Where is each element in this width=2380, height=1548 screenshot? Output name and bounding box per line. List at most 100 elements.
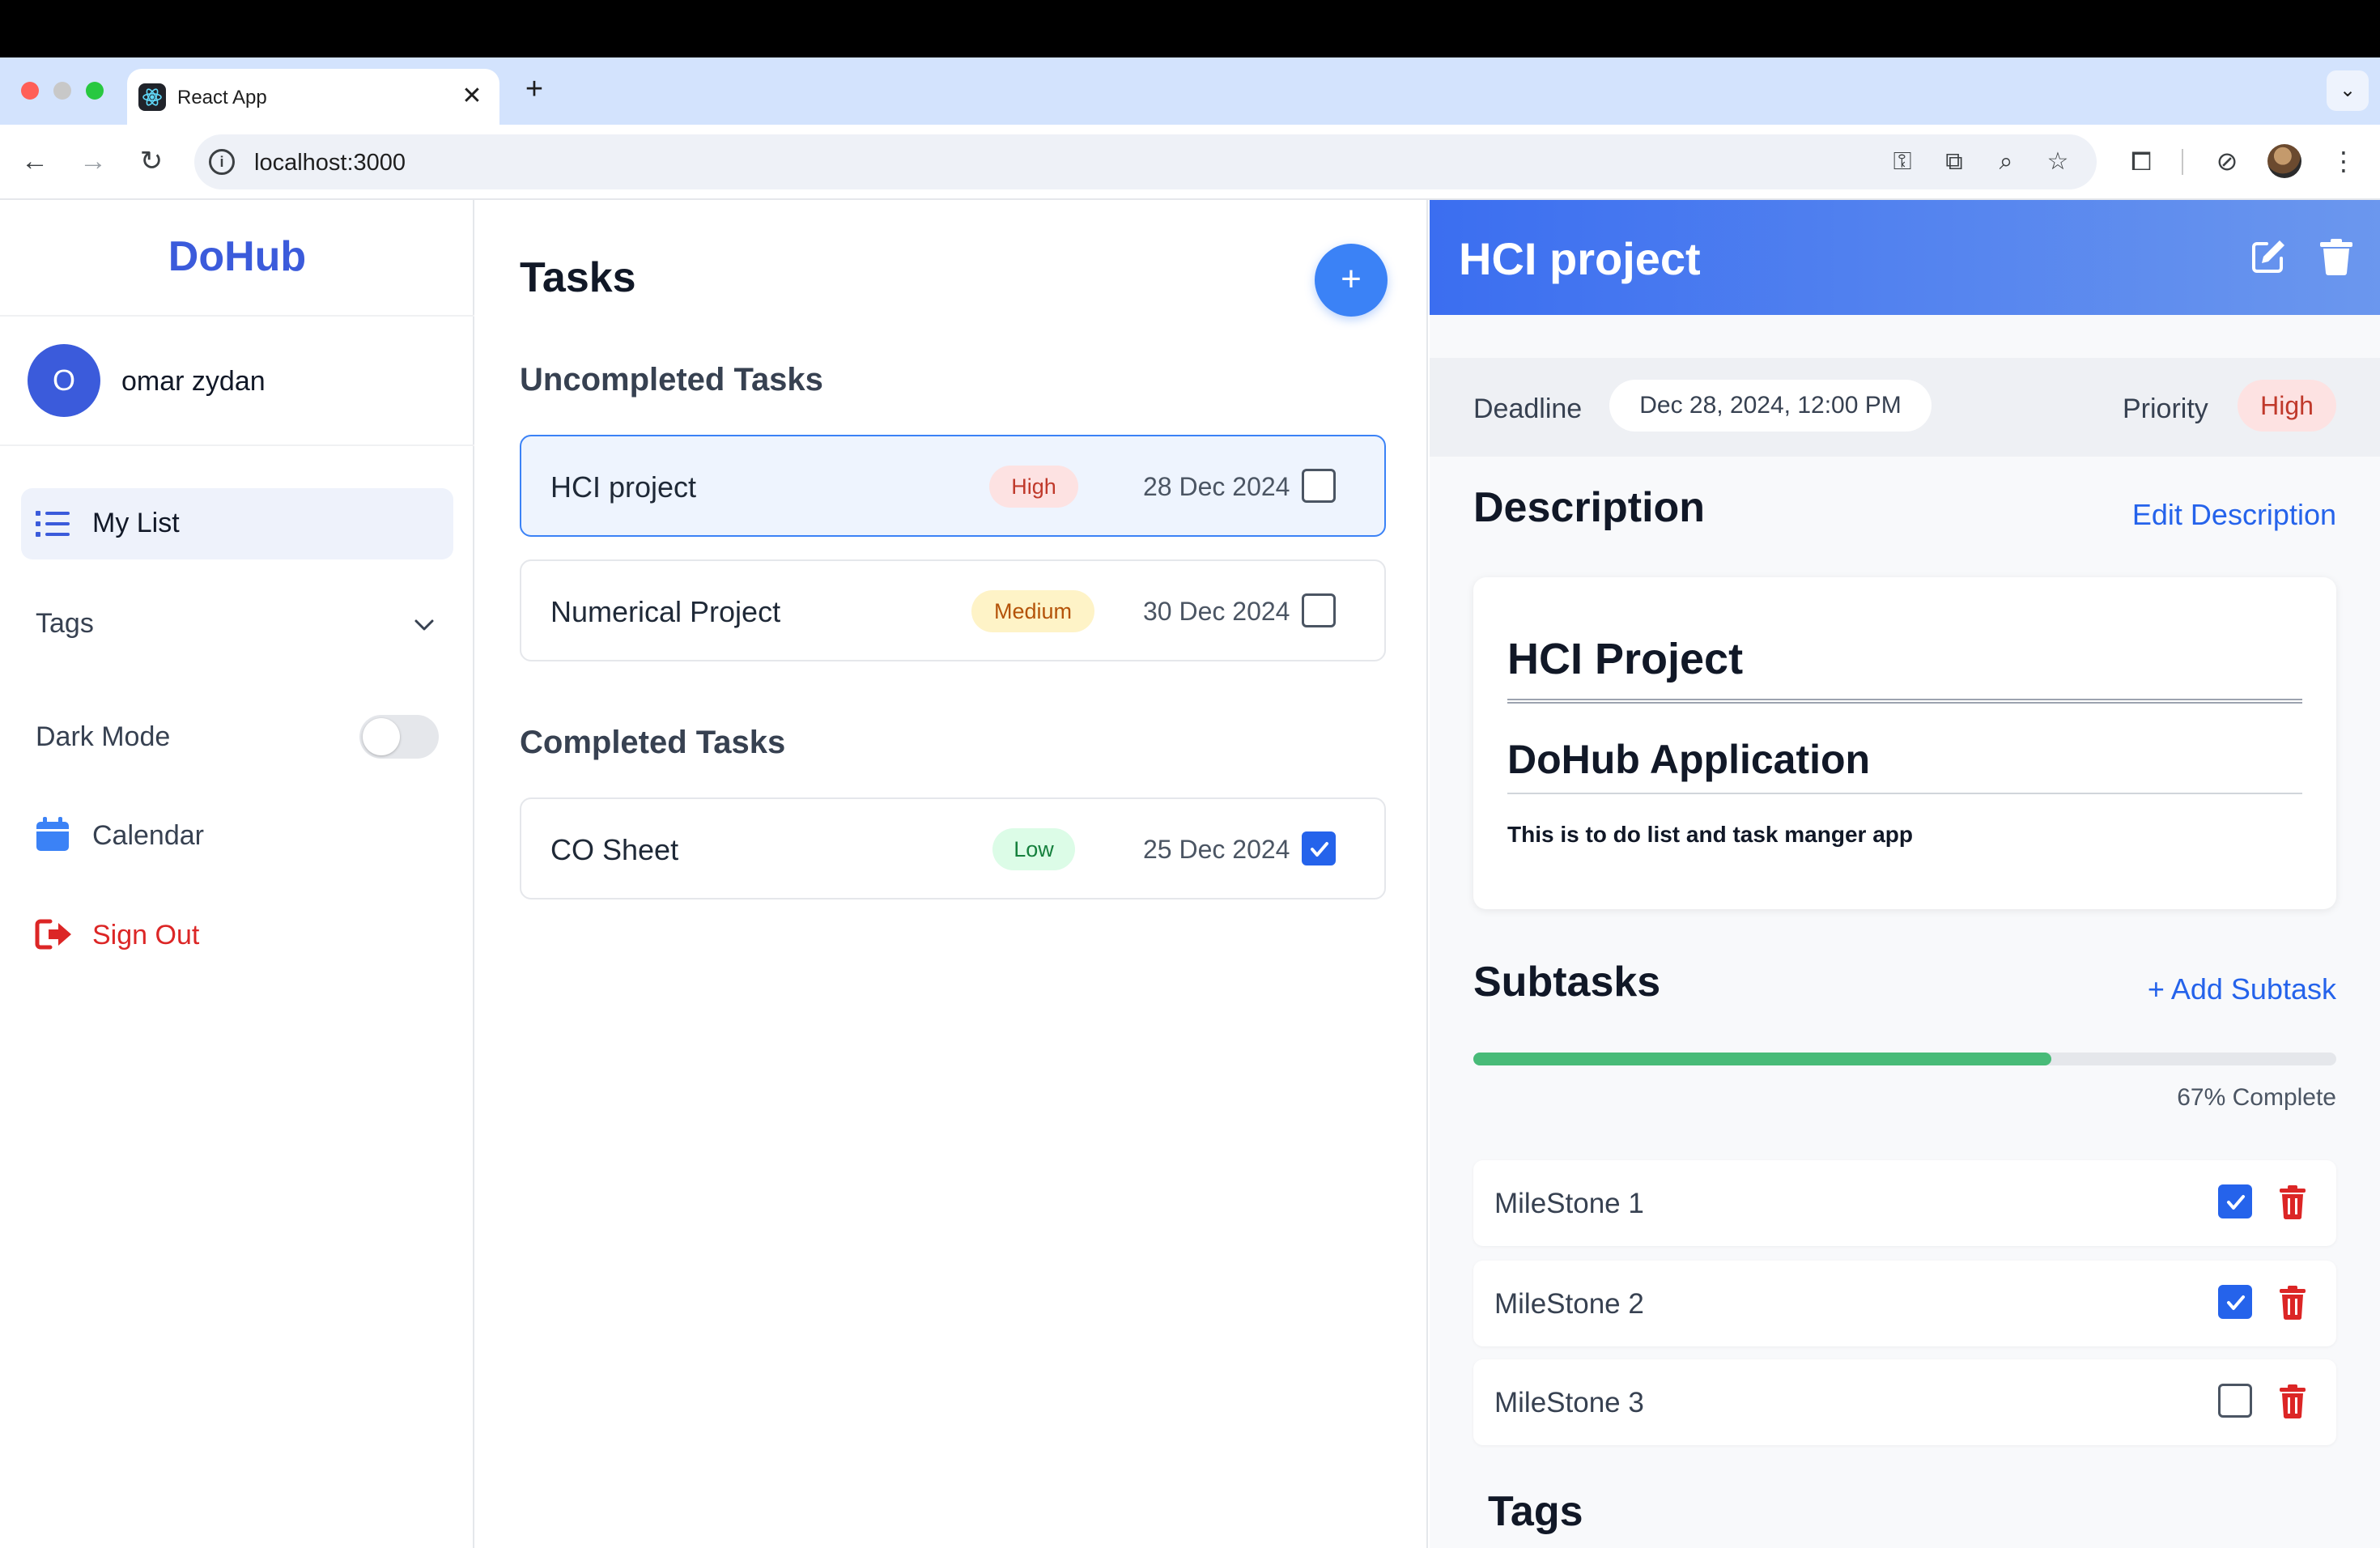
url-text[interactable]: localhost:3000: [254, 150, 406, 176]
priority-label: Priority: [2123, 393, 2208, 424]
trash-icon[interactable]: [2278, 1285, 2307, 1320]
description-rule: [1507, 793, 2302, 794]
chevron-down-icon[interactable]: [408, 609, 440, 641]
checkmark-icon: [2227, 1295, 2245, 1310]
edit-icon[interactable]: [2249, 237, 2288, 276]
browser-menu-icon[interactable]: ⋮: [2325, 142, 2362, 180]
deadline-value[interactable]: Dec 28, 2024, 12:00 PM: [1609, 380, 1932, 432]
zoom-icon[interactable]: ⌕: [1990, 146, 2022, 178]
description-body: This is to do list and task manger app: [1507, 822, 1913, 847]
user-name: omar zydan: [121, 366, 266, 397]
page-title: Tasks: [520, 254, 636, 301]
sidebar-item-tags[interactable]: Tags: [36, 608, 94, 640]
task-card[interactable]: CO Sheet Low 25 Dec 2024: [520, 797, 1386, 899]
subtask-checkbox[interactable]: [2218, 1384, 2252, 1418]
window-zoom-button[interactable]: [86, 82, 104, 100]
checkmark-icon: [2227, 1195, 2245, 1210]
sidebar-item-calendar[interactable]: Calendar: [92, 820, 204, 852]
tab-close-icon[interactable]: ✕: [456, 80, 488, 113]
task-detail-panel: HCI project Deadline Dec 28, 2024, 12:00…: [1430, 200, 2380, 1548]
sidebar-item-my-list[interactable]: My List: [21, 488, 453, 559]
task-card[interactable]: HCI project High 28 Dec 2024: [520, 435, 1386, 537]
task-name: HCI project: [550, 470, 697, 504]
sidebar-item-sign-out[interactable]: Sign Out: [92, 920, 199, 951]
checkmark-icon: [1311, 842, 1328, 857]
task-card[interactable]: Numerical Project Medium 30 Dec 2024: [520, 559, 1386, 661]
subtasks-heading: Subtasks: [1473, 959, 1661, 1006]
address-bar[interactable]: i localhost:3000 ⚿ ⧉ ⌕ ☆: [194, 134, 2097, 189]
tags-heading: Tags: [1488, 1488, 1583, 1535]
description-heading-2: DoHub Application: [1507, 737, 1871, 782]
description-rule: [1507, 699, 2302, 704]
completed-tasks-heading: Completed Tasks: [520, 725, 786, 760]
task-complete-checkbox[interactable]: [1302, 593, 1336, 627]
trash-icon[interactable]: [2278, 1184, 2307, 1220]
progress-text: 67% Complete: [2177, 1084, 2336, 1111]
screen-top-bar: [0, 0, 2380, 57]
window-close-button[interactable]: [21, 82, 39, 100]
app-logo[interactable]: DoHub: [0, 232, 474, 281]
detail-header: HCI project: [1430, 200, 2380, 315]
dark-mode-toggle[interactable]: [359, 715, 439, 759]
react-icon: [138, 83, 166, 111]
list-icon: [36, 511, 70, 537]
toggle-knob: [363, 718, 400, 755]
subtask-checkbox[interactable]: [2218, 1184, 2252, 1218]
subtask-row: MileStone 3: [1473, 1359, 2336, 1445]
subtask-row: MileStone 1: [1473, 1160, 2336, 1246]
browser-tab-strip: React App ✕ + ⌄: [0, 57, 2380, 125]
toolbar-separator: [2182, 149, 2183, 175]
window-minimize-button[interactable]: [53, 82, 71, 100]
task-complete-checkbox[interactable]: [1302, 831, 1336, 865]
sidebar-divider: [0, 315, 474, 317]
open-in-app-icon[interactable]: ⧉: [1938, 146, 1970, 178]
bookmark-star-icon[interactable]: ☆: [2042, 146, 2074, 178]
subtask-name: MileStone 1: [1494, 1188, 1644, 1219]
task-date: 25 Dec 2024: [1143, 835, 1290, 864]
forward-arrow-icon[interactable]: →: [74, 142, 112, 180]
extensions-puzzle-icon[interactable]: ⧠: [2123, 142, 2160, 180]
tab-title: React App: [177, 87, 267, 108]
deadline-label: Deadline: [1473, 393, 1583, 424]
add-subtask-link[interactable]: + Add Subtask: [2148, 972, 2336, 1006]
browser-toolbar: ← → ↻ i localhost:3000 ⚿ ⧉ ⌕ ☆ ⧠ ⊘ ⋮: [0, 125, 2380, 200]
subtask-name: MileStone 3: [1494, 1387, 1644, 1418]
user-avatar[interactable]: O: [28, 344, 100, 417]
priority-badge: Low: [992, 828, 1075, 870]
tab-search-chevron-icon[interactable]: ⌄: [2327, 70, 2369, 111]
priority-badge: High: [989, 466, 1078, 508]
sidebar: DoHub O omar zydan My List Tags Dark Mod…: [0, 200, 474, 1548]
profile-avatar[interactable]: [2267, 144, 2301, 178]
reload-icon[interactable]: ↻: [133, 142, 170, 180]
trash-icon[interactable]: [2278, 1384, 2307, 1419]
subtask-checkbox[interactable]: [2218, 1285, 2252, 1319]
subtask-progress-fill: [1473, 1053, 2052, 1065]
task-name: Numerical Project: [550, 595, 781, 628]
tasks-panel: Tasks + Uncompleted Tasks HCI project Hi…: [476, 200, 1428, 1548]
task-complete-checkbox[interactable]: [1302, 469, 1336, 503]
password-key-icon[interactable]: ⚿: [1886, 146, 1919, 178]
performance-icon[interactable]: ⊘: [2208, 142, 2246, 180]
priority-badge: Medium: [971, 590, 1094, 632]
calendar-icon: [36, 817, 69, 851]
add-task-button[interactable]: +: [1315, 244, 1388, 317]
browser-tab[interactable]: React App ✕: [127, 69, 499, 125]
task-date: 30 Dec 2024: [1143, 597, 1290, 626]
task-meta-bar: Deadline Dec 28, 2024, 12:00 PM Priority…: [1430, 358, 2380, 457]
subtask-progress-bar: [1473, 1053, 2336, 1065]
edit-description-link[interactable]: Edit Description: [2132, 498, 2336, 532]
detail-title: HCI project: [1459, 233, 1701, 284]
description-heading-1: HCI Project: [1507, 635, 1744, 683]
sign-out-icon: [35, 919, 71, 950]
new-tab-button[interactable]: +: [518, 74, 550, 106]
task-date: 28 Dec 2024: [1143, 472, 1290, 501]
subtask-name: MileStone 2: [1494, 1288, 1644, 1320]
uncompleted-tasks-heading: Uncompleted Tasks: [520, 362, 823, 398]
priority-badge[interactable]: High: [2238, 380, 2336, 432]
sidebar-item-label: My List: [92, 508, 180, 538]
back-arrow-icon[interactable]: ←: [16, 142, 53, 180]
subtask-row: MileStone 2: [1473, 1261, 2336, 1346]
site-info-icon[interactable]: i: [209, 149, 235, 175]
description-heading: Description: [1473, 484, 1706, 531]
delete-icon[interactable]: [2317, 237, 2356, 276]
